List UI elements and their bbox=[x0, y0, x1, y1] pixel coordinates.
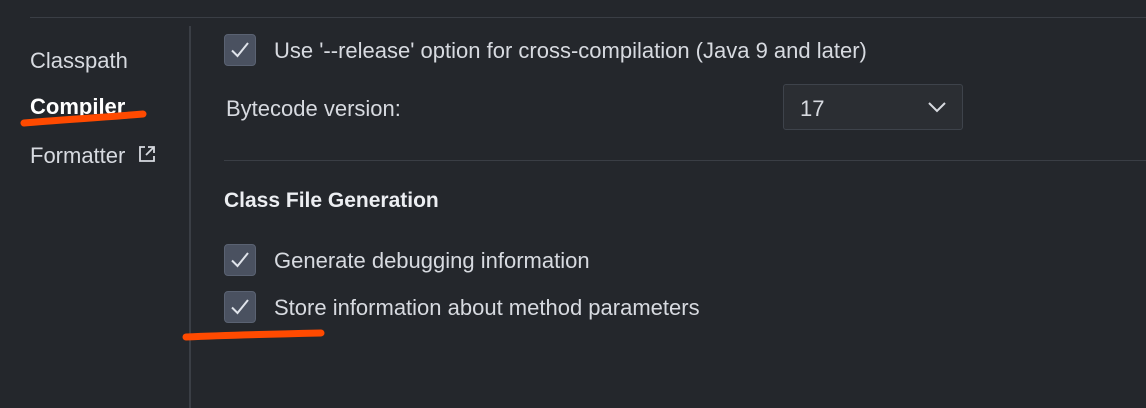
sidebar-item-label: Classpath bbox=[30, 48, 128, 73]
release-option-checkbox[interactable] bbox=[224, 34, 256, 66]
annotation-underline-store-params bbox=[182, 329, 325, 341]
bytecode-version-label: Bytecode version: bbox=[226, 96, 401, 121]
sidebar-item-label: Formatter bbox=[30, 143, 126, 168]
sidebar-item-classpath[interactable]: Classpath bbox=[30, 48, 128, 74]
store-method-params-checkbox[interactable] bbox=[224, 291, 256, 323]
checkmark-icon bbox=[231, 299, 249, 315]
external-link-icon bbox=[137, 144, 157, 170]
generate-debug-info-checkbox[interactable] bbox=[224, 244, 256, 276]
bytecode-version-select[interactable]: 17 bbox=[783, 84, 963, 130]
chevron-down-icon bbox=[928, 102, 946, 113]
section-divider bbox=[224, 160, 1146, 161]
sidebar-item-label: Compiler bbox=[30, 94, 126, 119]
sidebar-item-compiler[interactable]: Compiler bbox=[30, 94, 125, 120]
top-divider bbox=[30, 17, 1146, 18]
generate-debug-info-label: Generate debugging information bbox=[274, 248, 590, 273]
release-option-label: Use '--release' option for cross-compila… bbox=[274, 38, 867, 63]
bytecode-version-value: 17 bbox=[800, 96, 825, 121]
sidebar-item-formatter[interactable]: Formatter bbox=[30, 143, 157, 170]
section-title: Class File Generation bbox=[224, 189, 439, 212]
checkmark-icon bbox=[231, 252, 249, 268]
settings-sidebar: Classpath Compiler Formatter bbox=[0, 0, 190, 408]
checkmark-icon bbox=[231, 42, 249, 58]
store-method-params-label: Store information about method parameter… bbox=[274, 295, 700, 320]
sidebar-divider bbox=[189, 26, 191, 408]
